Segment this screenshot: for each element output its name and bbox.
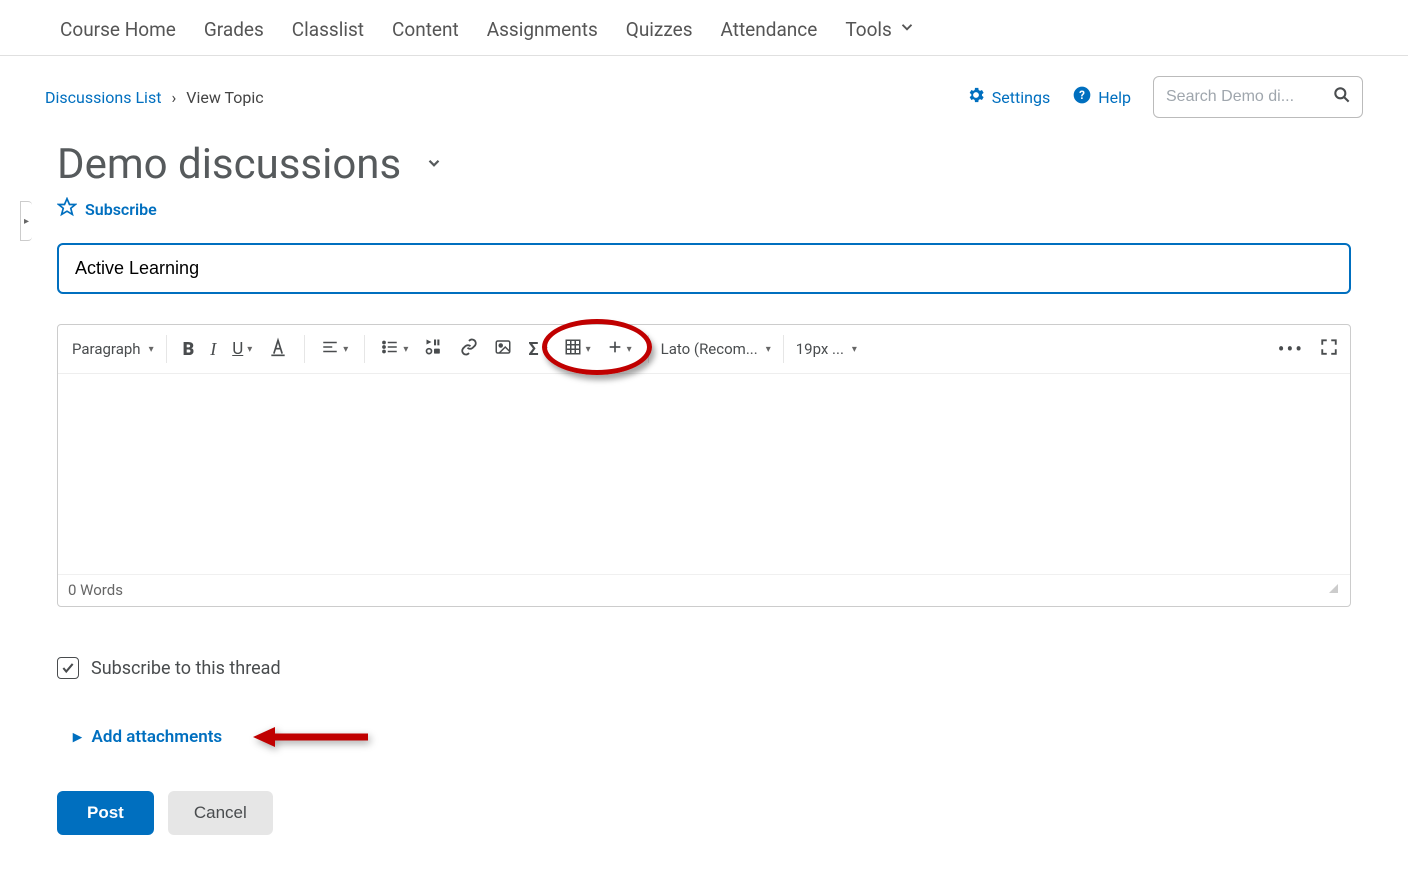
bold-button[interactable]: B [175, 333, 203, 366]
search-icon[interactable] [1332, 85, 1352, 109]
insert-stuff-button[interactable] [416, 331, 452, 367]
underline-button[interactable]: U ▾ [224, 333, 260, 365]
chevron-down-icon: ▾ [543, 344, 548, 355]
more-actions-button[interactable]: ••• [1270, 331, 1312, 367]
settings-link[interactable]: Settings [966, 85, 1050, 109]
title-dropdown-icon[interactable] [425, 153, 443, 177]
image-icon [494, 338, 512, 360]
insert-more-button[interactable]: ▾ [599, 333, 640, 365]
chevron-down-icon: ▾ [766, 344, 771, 355]
fullscreen-icon [1320, 338, 1338, 360]
add-attachments-button[interactable]: ▸ Add attachments [73, 727, 1351, 747]
breadcrumb-separator: › [171, 88, 176, 107]
search-input[interactable] [1164, 87, 1314, 107]
post-button[interactable]: Post [57, 791, 154, 835]
rich-text-editor: Paragraph ▾ B I U ▾ [57, 324, 1351, 607]
bullet-list-icon [381, 338, 399, 360]
table-icon [564, 338, 582, 360]
paragraph-dropdown[interactable]: Paragraph ▾ [62, 336, 164, 362]
caret-right-icon: ▸ [73, 727, 82, 747]
editor-body[interactable] [58, 374, 1350, 574]
gear-icon [966, 85, 986, 109]
help-link[interactable]: ? Help [1072, 85, 1131, 109]
nav-attendance[interactable]: Attendance [721, 18, 818, 41]
sigma-icon: Σ [528, 339, 538, 360]
expand-handle[interactable]: ▸ [20, 201, 32, 241]
ellipsis-icon: ••• [1278, 337, 1304, 361]
list-button[interactable]: ▾ [373, 332, 416, 366]
subscribe-thread-checkbox[interactable] [57, 657, 79, 679]
link-button[interactable] [452, 332, 486, 366]
text-color-button[interactable] [260, 331, 296, 367]
chevron-down-icon: ▾ [343, 344, 348, 355]
link-icon [460, 338, 478, 360]
nav-grades[interactable]: Grades [204, 18, 264, 41]
font-size-dropdown[interactable]: 19px ... ▾ [786, 336, 867, 362]
image-button[interactable] [486, 332, 520, 366]
star-icon [57, 197, 77, 221]
align-left-icon [321, 338, 339, 360]
nav-tools[interactable]: Tools [845, 18, 916, 41]
nav-classlist[interactable]: Classlist [292, 18, 364, 41]
chevron-down-icon: ▾ [247, 344, 252, 355]
svg-text:?: ? [1079, 88, 1085, 102]
cancel-button[interactable]: Cancel [168, 791, 273, 835]
subscribe-button[interactable]: Subscribe [57, 197, 1363, 221]
italic-button[interactable]: I [202, 333, 224, 366]
breadcrumb-link[interactable]: Discussions List [45, 88, 161, 107]
subject-input[interactable] [73, 257, 1335, 280]
align-button[interactable]: ▾ [313, 332, 356, 366]
help-icon: ? [1072, 85, 1092, 109]
nav-course-home[interactable]: Course Home [60, 18, 176, 41]
annotation-arrow [253, 725, 373, 749]
chevron-down-icon: ▾ [403, 344, 408, 355]
equation-button[interactable]: Σ ▾ [520, 333, 555, 366]
plus-icon [607, 339, 623, 359]
fullscreen-button[interactable] [1312, 332, 1346, 366]
table-button[interactable]: ▾ [556, 332, 599, 366]
nav-assignments[interactable]: Assignments [487, 18, 598, 41]
chevron-down-icon: ▾ [586, 344, 591, 355]
breadcrumb: Discussions List › View Topic [45, 88, 264, 107]
nav-content[interactable]: Content [392, 18, 459, 41]
page-title: Demo discussions [57, 140, 1363, 189]
breadcrumb-current: View Topic [186, 88, 263, 107]
chevron-down-icon: ▾ [852, 344, 857, 355]
subject-field-wrap [57, 243, 1351, 294]
chevron-down-icon: ▾ [149, 344, 154, 355]
chevron-down-icon: ▾ [627, 344, 632, 355]
font-family-dropdown[interactable]: Lato (Recom... ▾ [651, 336, 781, 362]
editor-toolbar: Paragraph ▾ B I U ▾ [58, 325, 1350, 374]
nav-quizzes[interactable]: Quizzes [626, 18, 693, 41]
word-count: 0 Words [68, 581, 123, 599]
chevron-down-icon [898, 18, 916, 41]
insert-stuff-icon [424, 337, 444, 361]
subscribe-thread-label: Subscribe to this thread [91, 658, 281, 679]
main-navbar: Course Home Grades Classlist Content Ass… [0, 0, 1408, 56]
resize-grip-icon[interactable] [1324, 579, 1340, 600]
font-color-icon [268, 337, 288, 361]
search-box[interactable] [1153, 76, 1363, 118]
